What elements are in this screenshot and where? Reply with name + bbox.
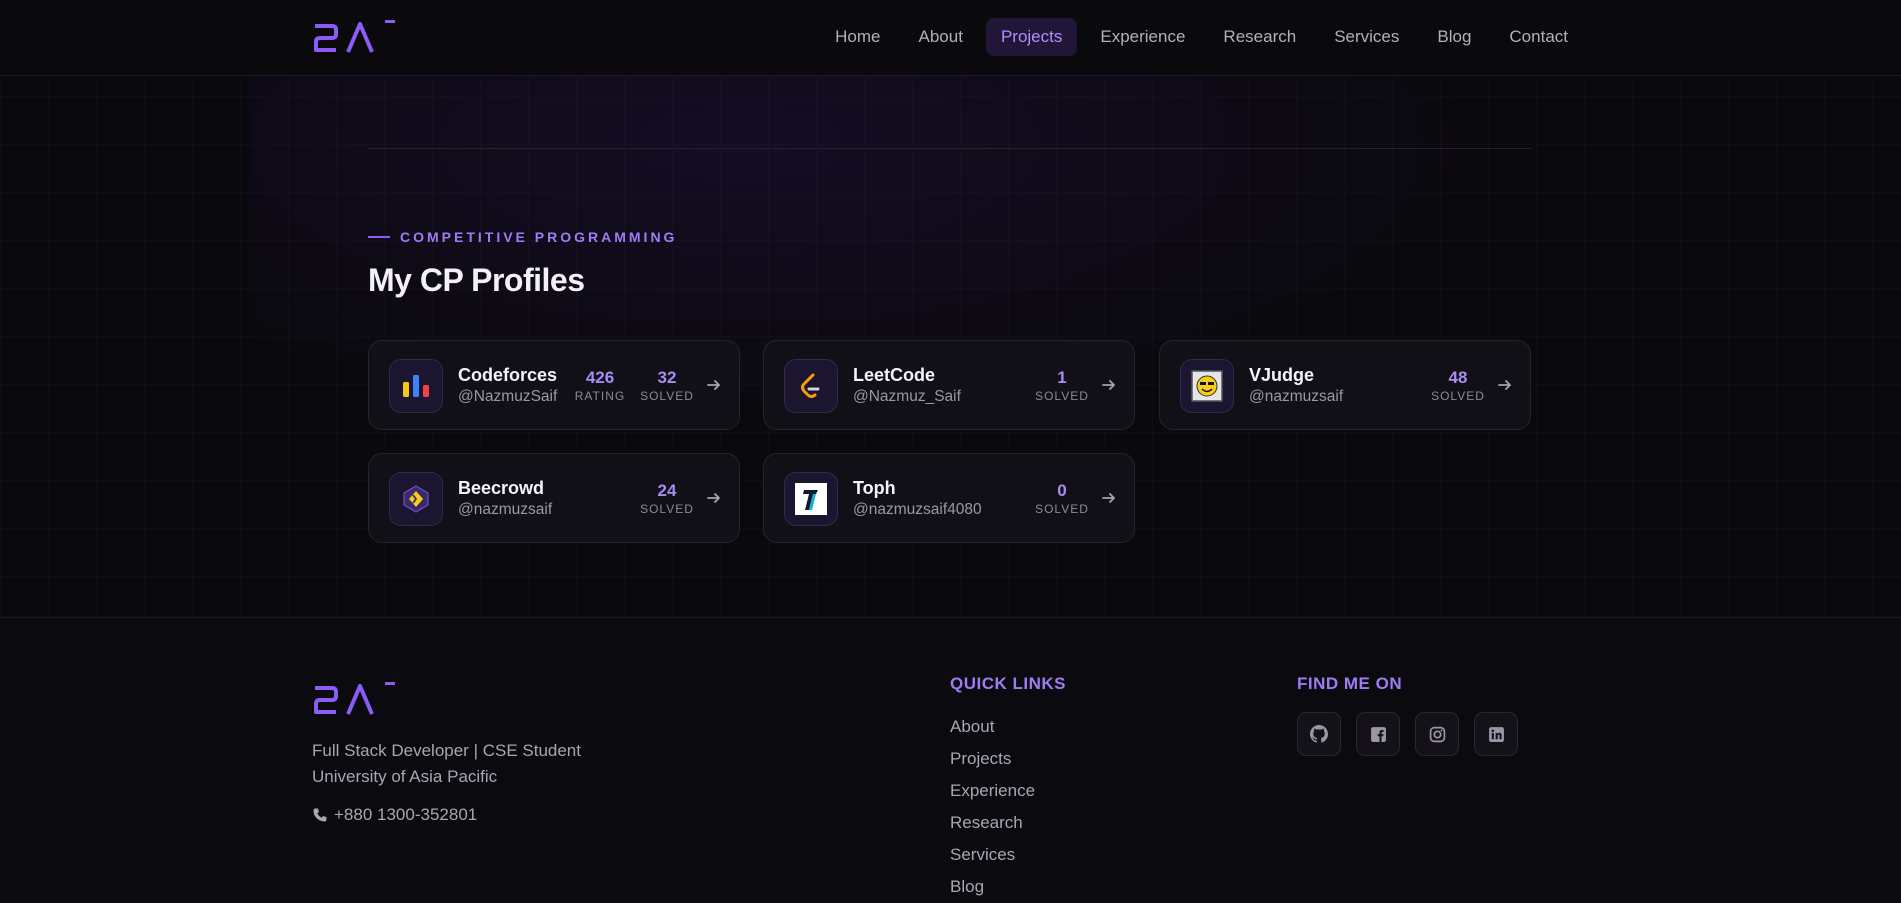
profile-name: Toph xyxy=(853,478,896,498)
nav-research[interactable]: Research xyxy=(1208,18,1311,56)
arrow-right-icon xyxy=(1102,493,1115,503)
footer-link-services[interactable]: Services xyxy=(950,839,1035,871)
stat-rating: 426 RATING xyxy=(573,368,627,404)
stat-value: 32 xyxy=(657,368,677,387)
section-eyebrow: COMPETITIVE PROGRAMMING xyxy=(368,229,677,245)
stat-label: SOLVED xyxy=(640,389,694,403)
profile-handle: @nazmuzsaif xyxy=(1249,388,1344,405)
profile-name: VJudge xyxy=(1249,365,1315,385)
linkedin-link[interactable] xyxy=(1474,712,1518,756)
nav-contact[interactable]: Contact xyxy=(1494,18,1583,56)
nav-links: Home About Projects Experience Research … xyxy=(812,18,1583,56)
phone-icon xyxy=(313,808,327,822)
phone-number: +880 1300-352801 xyxy=(334,805,478,824)
instagram-link[interactable] xyxy=(1415,712,1459,756)
section-title: My CP Profiles xyxy=(368,262,585,298)
stat-solved: 1 SOLVED xyxy=(1035,368,1089,404)
profile-card-beecrowd[interactable]: Beecrowd @nazmuzsaif 24 SOLVED xyxy=(368,453,740,543)
quick-links: About Projects Experience Research Servi… xyxy=(950,711,1035,903)
section-divider xyxy=(368,148,1532,149)
footer-link-blog[interactable]: Blog xyxy=(950,871,1035,903)
profile-name: Codeforces xyxy=(458,365,558,385)
stat-value: 0 xyxy=(1057,481,1067,500)
profile-card-leetcode[interactable]: LeetCode @Nazmuz_Saif 1 SOLVED xyxy=(763,340,1135,430)
eyebrow-line xyxy=(368,236,390,238)
tagline-role: Full Stack Developer | CSE Student xyxy=(312,741,581,760)
stat-label: SOLVED xyxy=(1035,502,1089,516)
nav-about[interactable]: About xyxy=(904,18,978,56)
nav-experience[interactable]: Experience xyxy=(1085,18,1200,56)
linkedin-icon xyxy=(1488,726,1504,742)
toph-icon xyxy=(784,472,838,526)
stat-value: 426 xyxy=(585,368,615,387)
codeforces-icon xyxy=(389,359,443,413)
footer-tagline: Full Stack Developer | CSE Student Unive… xyxy=(312,738,581,790)
github-link[interactable] xyxy=(1297,712,1341,756)
stat-solved: 0 SOLVED xyxy=(1035,481,1089,517)
profile-handle: @nazmuzsaif4080 xyxy=(853,501,982,518)
site-logo[interactable] xyxy=(312,18,398,56)
nav-home[interactable]: Home xyxy=(820,18,895,56)
stat-solved: 32 SOLVED xyxy=(640,368,694,404)
stat-label: RATING xyxy=(574,389,626,403)
leetcode-icon xyxy=(784,359,838,413)
navbar: Home About Projects Experience Research … xyxy=(0,0,1901,76)
footer-logo[interactable] xyxy=(312,680,398,718)
facebook-link[interactable] xyxy=(1356,712,1400,756)
profile-handle: @nazmuzsaif xyxy=(458,501,553,518)
find-me-title: FIND ME ON xyxy=(1297,674,1403,693)
arrow-right-icon xyxy=(707,380,720,390)
footer-link-research[interactable]: Research xyxy=(950,807,1035,839)
profile-handle: @NazmuzSaif xyxy=(458,388,558,405)
stat-solved: 24 SOLVED xyxy=(640,481,694,517)
profile-handle: @Nazmuz_Saif xyxy=(853,388,961,405)
stat-value: 1 xyxy=(1057,368,1067,387)
stat-solved: 48 SOLVED xyxy=(1431,368,1485,404)
stat-label: SOLVED xyxy=(1431,389,1485,403)
stat-label: SOLVED xyxy=(1035,389,1089,403)
stat-value: 48 xyxy=(1448,368,1468,387)
nav-services[interactable]: Services xyxy=(1319,18,1414,56)
footer: Full Stack Developer | CSE Student Unive… xyxy=(0,617,1901,903)
arrow-right-icon xyxy=(707,493,720,503)
footer-link-about[interactable]: About xyxy=(950,711,1035,743)
footer-phone[interactable]: +880 1300-352801 xyxy=(312,805,477,825)
arrow-right-icon xyxy=(1102,380,1115,390)
stat-value: 24 xyxy=(657,481,677,500)
social-links xyxy=(1297,712,1533,756)
profile-card-codeforces[interactable]: Codeforces @NazmuzSaif 426 RATING 32 SOL… xyxy=(368,340,740,430)
github-icon xyxy=(1310,725,1328,743)
profile-card-vjudge[interactable]: VJudge @nazmuzsaif 48 SOLVED xyxy=(1159,340,1531,430)
profile-name: LeetCode xyxy=(853,365,936,385)
facebook-icon xyxy=(1370,726,1386,742)
stat-label: SOLVED xyxy=(640,502,694,516)
footer-link-projects[interactable]: Projects xyxy=(950,743,1035,775)
instagram-icon xyxy=(1429,726,1445,742)
vjudge-icon xyxy=(1180,359,1234,413)
nav-projects[interactable]: Projects xyxy=(985,18,1078,56)
arrow-right-icon xyxy=(1498,380,1511,390)
quick-links-title: QUICK LINKS xyxy=(950,674,1066,693)
tagline-university: University of Asia Pacific xyxy=(312,767,498,786)
footer-link-experience[interactable]: Experience xyxy=(950,775,1035,807)
beecrowd-icon xyxy=(389,472,443,526)
profile-card-toph[interactable]: Toph @nazmuzsaif4080 0 SOLVED xyxy=(763,453,1135,543)
eyebrow-text: COMPETITIVE PROGRAMMING xyxy=(400,229,678,245)
profile-name: Beecrowd xyxy=(458,478,545,498)
nav-blog[interactable]: Blog xyxy=(1422,18,1486,56)
